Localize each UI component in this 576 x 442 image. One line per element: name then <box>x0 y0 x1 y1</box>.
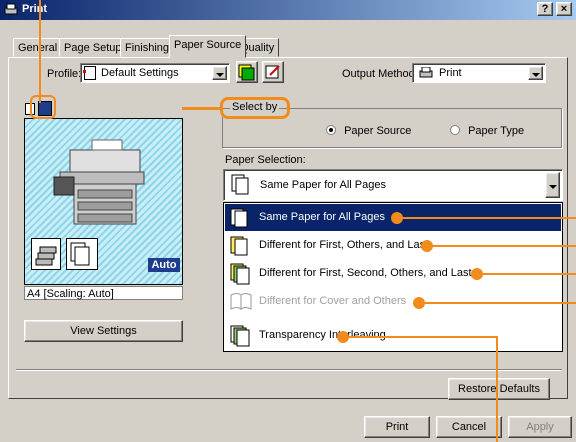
close-button[interactable]: × <box>556 2 572 16</box>
list-item-label: Different for First, Second, Others, and… <box>259 267 472 279</box>
radio-paper-source-dot[interactable] <box>326 125 336 135</box>
printer-icon <box>419 66 433 82</box>
chevron-down-icon <box>532 73 540 77</box>
transparency-icon <box>229 325 251 347</box>
annotation-line <box>496 336 498 442</box>
chevron-down-icon <box>216 73 224 77</box>
tab-paper-source[interactable]: Paper Source <box>169 35 247 58</box>
list-item-label: Different for Cover and Others <box>259 295 407 307</box>
add-profile-icon <box>238 64 255 81</box>
restore-defaults-button[interactable]: Restore Defaults <box>448 378 550 400</box>
first-other-last-icon <box>229 235 251 257</box>
tab-general[interactable]: General <box>13 38 63 57</box>
paper-selection-label: Paper Selection: <box>225 154 306 166</box>
annotation-line <box>431 245 576 247</box>
annotation-line <box>423 302 576 304</box>
print-button[interactable]: Print <box>364 416 430 438</box>
single-paper-icon <box>229 207 251 229</box>
annotation-line <box>182 107 222 110</box>
paper-selection-select[interactable]: Same Paper for All Pages <box>223 169 563 201</box>
output-method-select[interactable]: Print <box>412 63 546 83</box>
edit-profile-button[interactable] <box>262 61 284 83</box>
radio-paper-type[interactable]: Paper Type <box>450 124 524 137</box>
annotation-line <box>39 0 41 103</box>
printer-image <box>52 132 152 232</box>
edit-profile-icon <box>265 65 280 79</box>
radio-paper-type-label: Paper Type <box>468 125 525 137</box>
paper-stack-icon <box>66 238 98 270</box>
paper-selection-dropdown-button[interactable] <box>545 172 560 198</box>
cover-and-others-icon <box>229 291 252 313</box>
annotation-highlight <box>30 95 56 119</box>
scaling-label: A4 [Scaling: Auto] <box>24 286 183 300</box>
first-second-other-last-icon <box>229 263 251 285</box>
profile-label: Profile: <box>47 68 82 80</box>
add-profile-button[interactable] <box>236 61 258 83</box>
auto-badge: Auto <box>148 258 180 272</box>
annotation-line <box>401 217 576 219</box>
output-method-label: Output Method: <box>342 68 418 80</box>
list-item-label: Different for First, Others, and Last <box>259 239 429 251</box>
window-title: Print <box>22 3 48 15</box>
output-dropdown-button[interactable] <box>528 66 543 80</box>
title-bar: Print ? × <box>0 0 576 20</box>
profile-icon <box>83 66 96 80</box>
radio-paper-type-dot[interactable] <box>450 125 460 135</box>
view-settings-button[interactable]: View Settings <box>24 320 183 342</box>
paper-selection-value: Same Paper for All Pages <box>260 179 386 191</box>
help-button[interactable]: ? <box>537 2 553 16</box>
chevron-down-icon <box>549 185 557 189</box>
tray-stack-icon <box>31 238 61 270</box>
divider <box>16 369 562 371</box>
apply-button[interactable]: Apply <box>508 416 572 438</box>
radio-paper-source[interactable]: Paper Source <box>326 124 411 137</box>
tab-finishing[interactable]: Finishing <box>120 38 175 57</box>
annotation-line <box>347 336 497 338</box>
printer-icon <box>4 3 18 16</box>
cancel-button[interactable]: Cancel <box>436 416 502 438</box>
radio-paper-source-label: Paper Source <box>344 125 412 137</box>
profile-dropdown-button[interactable] <box>212 66 227 80</box>
tab-page-setup[interactable]: Page Setup <box>59 38 127 57</box>
profile-value: Default Settings <box>101 67 179 79</box>
paper-icon <box>230 174 252 196</box>
profile-select[interactable]: Default Settings <box>80 63 230 83</box>
list-item-label: Same Paper for All Pages <box>259 211 385 223</box>
output-method-value: Print <box>439 67 462 79</box>
annotation-highlight <box>220 97 290 119</box>
annotation-line <box>481 273 576 275</box>
